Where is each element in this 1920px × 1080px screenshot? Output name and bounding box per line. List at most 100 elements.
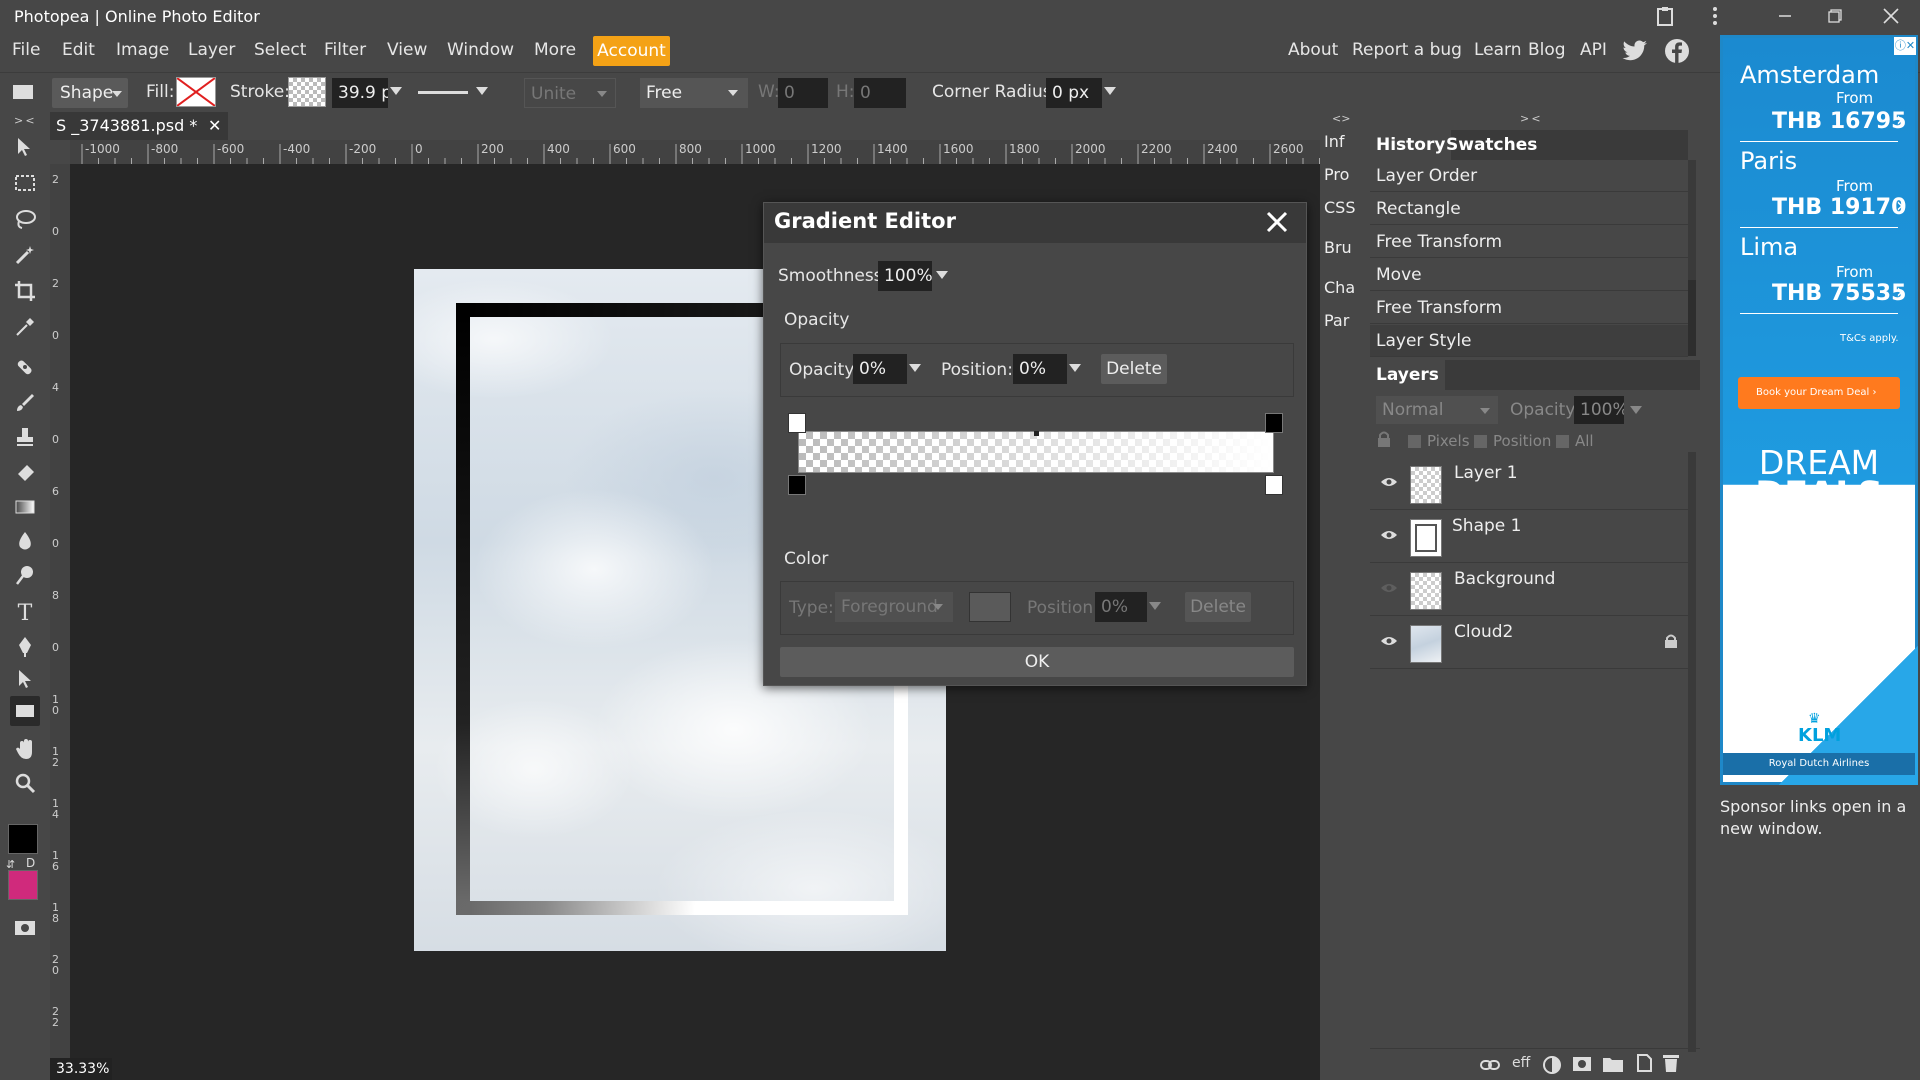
layer-opacity-arrow-icon[interactable] — [1630, 406, 1642, 414]
layer-row[interactable]: Background — [1370, 564, 1688, 616]
effects-button[interactable]: eff — [1512, 1055, 1530, 1071]
link-blog[interactable]: Blog — [1528, 40, 1566, 60]
properties-panel-button[interactable]: Pro — [1324, 165, 1349, 184]
width-field[interactable]: 0 — [778, 78, 828, 108]
menu-layer[interactable]: Layer — [188, 40, 235, 60]
smoothness-field[interactable]: 100% — [878, 261, 932, 291]
eye-icon[interactable] — [1380, 635, 1398, 647]
brush-panel-button[interactable]: Bru — [1324, 238, 1352, 257]
opacity-midpoint[interactable] — [1034, 431, 1039, 436]
layers-scrollbar[interactable] — [1688, 452, 1696, 1052]
color-position-arrow-icon[interactable] — [1149, 602, 1161, 610]
pen-tool-icon[interactable] — [10, 632, 40, 662]
trash-icon[interactable] — [1662, 1053, 1680, 1073]
color-stop-right[interactable] — [1265, 475, 1283, 495]
lasso-tool-icon[interactable] — [10, 204, 40, 234]
opacity-stop-left[interactable] — [788, 413, 806, 433]
quick-mask-icon[interactable] — [10, 912, 40, 942]
gradient-tool-icon[interactable] — [10, 492, 40, 522]
menu-filter[interactable]: Filter — [324, 40, 366, 60]
healing-tool-icon[interactable] — [10, 352, 40, 382]
zoom-tool-icon[interactable] — [10, 768, 40, 798]
menu-image[interactable]: Image — [116, 40, 169, 60]
rectangle-tool-preset-icon[interactable] — [12, 84, 34, 100]
menu-edit[interactable]: Edit — [62, 40, 95, 60]
stroke-width-arrow-icon[interactable] — [390, 87, 402, 95]
height-field[interactable]: 0 — [854, 78, 906, 108]
delete-color-stop-button[interactable]: Delete — [1185, 592, 1251, 622]
layer-row[interactable]: Shape 1 — [1370, 511, 1688, 563]
aspect-dropdown[interactable]: Free — [640, 78, 748, 108]
move-tool-icon[interactable] — [10, 132, 40, 162]
stop-position-field[interactable]: 0% — [1013, 354, 1067, 384]
menu-window[interactable]: Window — [447, 40, 514, 60]
history-item[interactable]: Free Transform — [1370, 226, 1688, 258]
history-item[interactable]: Layer Order — [1370, 160, 1688, 192]
css-panel-button[interactable]: CSS — [1324, 198, 1355, 217]
close-tab-icon[interactable]: ✕ — [208, 112, 221, 140]
dodge-tool-icon[interactable] — [10, 560, 40, 590]
lock-position[interactable]: Position — [1474, 432, 1551, 450]
tab-swatches[interactable]: Swatches — [1440, 130, 1543, 160]
paragraph-panel-button[interactable]: Par — [1324, 311, 1349, 330]
eraser-tool-icon[interactable] — [10, 458, 40, 488]
layer-row[interactable]: Cloud2 — [1370, 617, 1688, 669]
corner-radius-arrow-icon[interactable] — [1104, 87, 1116, 95]
ok-button[interactable]: OK — [780, 647, 1294, 677]
history-item[interactable]: Rectangle — [1370, 193, 1688, 225]
clone-stamp-tool-icon[interactable] — [10, 422, 40, 452]
background-color-swatch[interactable] — [8, 870, 38, 900]
stroke-style-line[interactable] — [418, 91, 468, 94]
marquee-tool-icon[interactable] — [10, 168, 40, 198]
character-panel-button[interactable]: Cha — [1324, 278, 1355, 297]
stroke-style-arrow-icon[interactable] — [476, 87, 488, 95]
eyedropper-tool-icon[interactable] — [10, 312, 40, 342]
eye-icon[interactable] — [1380, 529, 1398, 541]
restore-icon[interactable] — [1810, 0, 1860, 32]
stroke-width-field[interactable]: 39.9 p — [332, 78, 388, 108]
blur-tool-icon[interactable] — [10, 526, 40, 556]
stop-color-swatch[interactable] — [969, 592, 1011, 622]
info-panel-button[interactable]: Inf — [1324, 132, 1345, 151]
ad-choices-icon[interactable]: ⓘ✕ — [1894, 37, 1916, 55]
link-report-bug[interactable]: Report a bug — [1352, 40, 1462, 60]
minipanel-toggle[interactable]: <> — [1332, 112, 1350, 125]
minimize-icon[interactable] — [1760, 0, 1810, 32]
history-item[interactable]: Free Transform — [1370, 292, 1688, 324]
new-layer-icon[interactable] — [1634, 1053, 1654, 1073]
gradient-preview-bar[interactable] — [798, 431, 1274, 473]
document-tab[interactable]: S _3743881.psd * ✕ — [50, 112, 228, 140]
color-position-field[interactable]: 0% — [1095, 592, 1147, 622]
clipboard-icon[interactable] — [1640, 0, 1690, 32]
corner-radius-field[interactable]: 0 px — [1046, 78, 1102, 108]
menu-select[interactable]: Select — [254, 40, 306, 60]
rectangle-tool-icon[interactable] — [10, 696, 40, 726]
color-stop-left[interactable] — [788, 475, 806, 495]
history-scrollbar[interactable] — [1688, 160, 1696, 356]
menu-more[interactable]: More — [534, 40, 576, 60]
link-api[interactable]: API — [1580, 40, 1607, 60]
panels-collapse-toggle[interactable]: > < — [1520, 112, 1541, 125]
delete-opacity-stop-button[interactable]: Delete — [1101, 354, 1167, 384]
smoothness-arrow-icon[interactable] — [936, 271, 948, 279]
fill-swatch[interactable] — [176, 77, 216, 107]
menu-file[interactable]: File — [12, 40, 40, 60]
eye-icon[interactable] — [1380, 582, 1398, 594]
menu-view[interactable]: View — [387, 40, 427, 60]
opacity-stop-right[interactable] — [1265, 413, 1283, 433]
default-colors-icon[interactable]: D — [26, 856, 35, 870]
link-about[interactable]: About — [1288, 40, 1338, 60]
facebook-icon[interactable] — [1664, 38, 1690, 64]
close-dialog-icon[interactable] — [1264, 209, 1290, 235]
shape-mode-dropdown[interactable]: Shape — [52, 78, 128, 108]
history-item[interactable]: Move — [1370, 259, 1688, 291]
layer-opacity-field[interactable]: 100% — [1574, 396, 1624, 424]
folder-icon[interactable] — [1602, 1055, 1624, 1073]
link-learn[interactable]: Learn — [1474, 40, 1522, 60]
stop-opacity-arrow-icon[interactable] — [909, 364, 921, 372]
color-type-dropdown[interactable]: Foreground — [835, 592, 953, 622]
blend-mode-dropdown[interactable]: Normal — [1376, 396, 1498, 424]
close-window-icon[interactable] — [1866, 0, 1916, 32]
ad-cta-button[interactable]: Book your Dream Deal › — [1738, 377, 1900, 409]
twitter-icon[interactable] — [1622, 40, 1648, 62]
